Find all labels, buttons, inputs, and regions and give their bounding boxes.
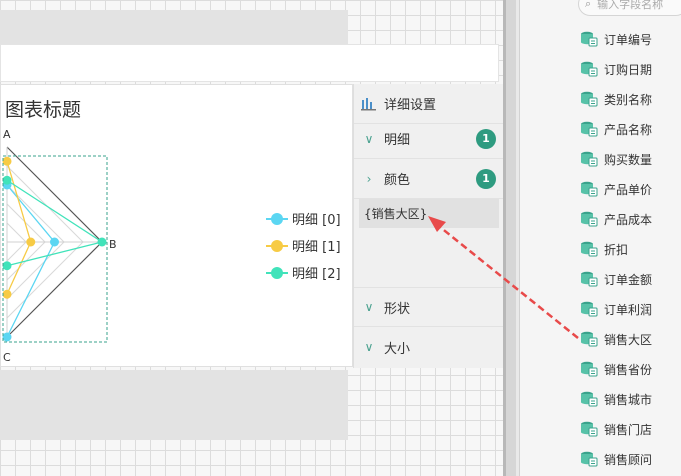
search-icon: ⌕ [585, 0, 592, 10]
legend-label: 明细 [1] [292, 240, 341, 255]
dimension-field-icon [581, 421, 598, 437]
size-section[interactable]: ∨ 大小 [354, 327, 504, 367]
color-count-badge: 1 [476, 168, 496, 189]
dimension-field-icon [581, 271, 598, 287]
radar-point [97, 237, 107, 247]
field-item[interactable]: 订单编号 [580, 28, 680, 50]
radar-chart-component[interactable]: A B C 图表标题 明细 [0] 明细 [1] 明细 [2] [0, 84, 353, 367]
field-item-label: 折扣 [604, 242, 629, 257]
bottom-component-placeholder[interactable] [0, 370, 348, 440]
field-item[interactable]: 销售省份 [580, 358, 680, 380]
radar-point [2, 175, 12, 185]
size-label: 大小 [384, 341, 411, 357]
field-item-label: 购买数量 [604, 152, 653, 167]
dimension-field-icon [581, 181, 598, 197]
radar-series [2, 156, 107, 342]
field-item[interactable]: 产品名称 [580, 118, 680, 140]
color-field-chip[interactable]: {销售大区} [359, 199, 499, 228]
dimension-field-icon [581, 301, 598, 317]
radar-point [50, 237, 59, 247]
radar-point [2, 261, 12, 271]
field-item-label: 订单利润 [604, 302, 653, 317]
chevron-down-icon: ∨ [364, 300, 374, 314]
field-item[interactable]: 销售城市 [580, 388, 680, 410]
field-item-label: 销售顾问 [604, 452, 653, 467]
detail-label: 明细 [384, 133, 411, 148]
field-item-label: 订单编号 [604, 32, 653, 47]
field-item[interactable]: 购买数量 [580, 148, 680, 170]
axis-label-c: C [3, 351, 11, 364]
field-item-label: 产品名称 [604, 122, 653, 137]
axis-label-a: A [3, 128, 11, 141]
legend-item-1[interactable]: 明细 [1] [266, 236, 341, 255]
dimension-field-icon [581, 331, 598, 347]
chevron-down-icon: ∨ [364, 340, 374, 354]
dimension-field-icon [581, 61, 598, 77]
field-item-label: 销售门店 [604, 422, 653, 437]
field-item-label: 订单金额 [604, 272, 653, 287]
dimension-field-icon [581, 241, 598, 257]
field-item-label: 产品单价 [604, 182, 653, 197]
chart-title[interactable]: 图表标题 [5, 95, 81, 122]
dimension-field-icon [581, 121, 598, 137]
detail-section[interactable]: ∨ 明细 1 [354, 119, 504, 159]
field-item[interactable]: 类别名称 [580, 88, 680, 110]
bar-chart-settings-icon [354, 97, 384, 111]
radar-point [2, 156, 12, 166]
field-search[interactable]: ⌕ 输入字段名称 [578, 0, 681, 16]
dimension-field-icon [581, 361, 598, 377]
shape-label: 形状 [384, 301, 411, 317]
dimension-field-icon [581, 151, 598, 167]
field-item-label: 产品成本 [604, 212, 653, 227]
vertical-scrollbar[interactable] [506, 0, 516, 476]
detail-count-badge: 1 [476, 128, 496, 149]
radar-point [2, 332, 12, 342]
axis-label-b: B [109, 238, 117, 251]
field-item-label: 销售省份 [604, 362, 653, 377]
field-item[interactable]: 产品单价 [580, 178, 680, 200]
search-placeholder: 输入字段名称 [597, 0, 664, 11]
radar-series-line [6, 184, 56, 338]
dimension-field-icon [581, 91, 598, 107]
field-item[interactable]: 订单利润 [580, 298, 680, 320]
dimension-field-icon [581, 211, 598, 227]
field-item-label: 销售大区 [604, 332, 653, 347]
radar-point [2, 289, 12, 299]
chevron-down-icon: ∨ [364, 131, 374, 146]
canvas-header-strip [0, 44, 499, 82]
chevron-right-icon: › [366, 171, 372, 186]
field-item[interactable]: 订购日期 [580, 58, 680, 80]
dimension-field-icon [581, 31, 598, 47]
settings-label: 详细设置 [384, 98, 437, 113]
field-item[interactable]: 折扣 [580, 238, 680, 260]
field-item[interactable]: 销售门店 [580, 418, 680, 440]
field-item-label: 订购日期 [604, 62, 653, 77]
legend-item-0[interactable]: 明细 [0] [266, 209, 341, 228]
field-item[interactable]: 产品成本 [580, 208, 680, 230]
field-item-label: 销售城市 [604, 392, 653, 407]
color-label: 颜色 [384, 173, 411, 188]
radar-point [26, 237, 36, 247]
shape-section[interactable]: ∨ 形状 [354, 287, 504, 327]
field-item[interactable]: 订单金额 [580, 268, 680, 290]
legend-item-2[interactable]: 明细 [2] [266, 263, 341, 282]
detail-settings-button[interactable]: 详细设置 [354, 84, 504, 124]
field-item[interactable]: 销售大区 [580, 328, 680, 350]
color-section[interactable]: › 颜色 1 [354, 159, 504, 199]
radar-series-line [6, 179, 104, 267]
legend-label: 明细 [0] [292, 213, 341, 228]
dimension-field-icon [581, 451, 598, 467]
legend-label: 明细 [2] [292, 267, 341, 282]
dimension-field-icon [581, 391, 598, 407]
chart-properties-panel: 详细设置 ∨ 明细 1 › 颜色 1 {销售大区} ∨ 形状 ∨ 大小 [353, 84, 504, 368]
field-item-label: 类别名称 [604, 92, 653, 107]
field-item[interactable]: 销售顾问 [580, 448, 680, 470]
